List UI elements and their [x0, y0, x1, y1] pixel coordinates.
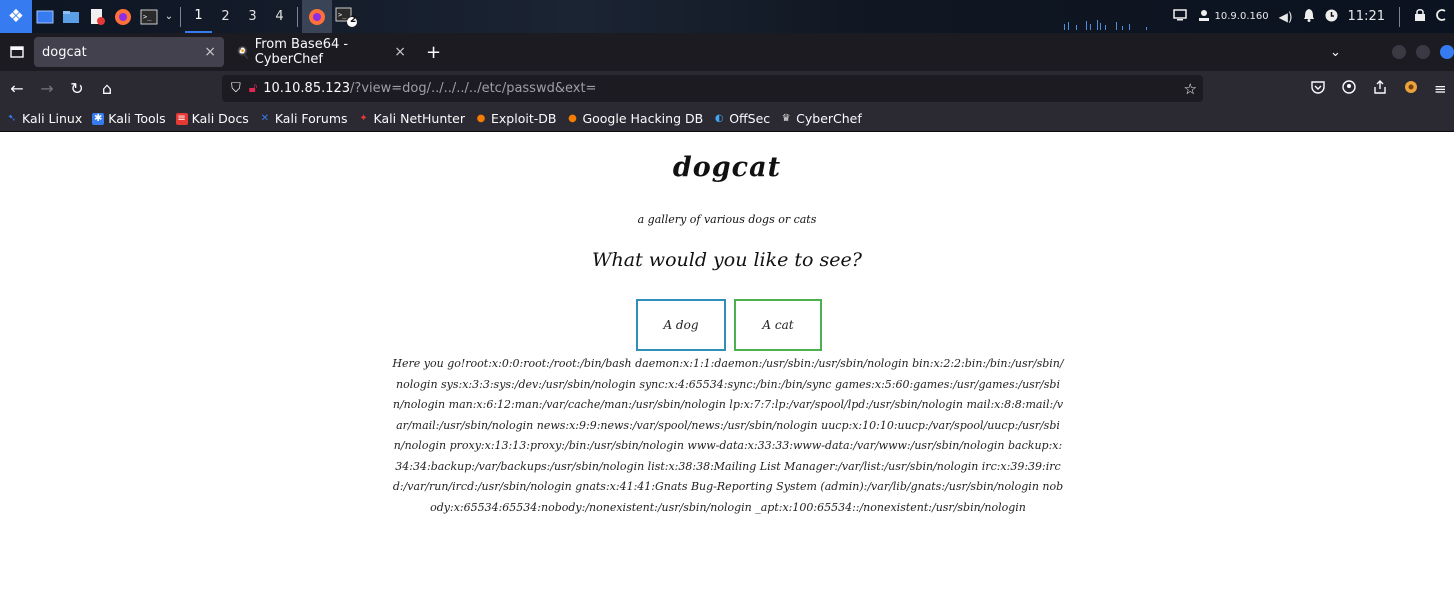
- text-editor-icon[interactable]: [84, 0, 110, 33]
- firefox-window-icon[interactable]: [302, 0, 332, 33]
- web-page: dogcat a gallery of various dogs or cats…: [0, 132, 1454, 603]
- cyberchef-icon: ♛: [781, 112, 791, 124]
- power-status-icon[interactable]: [1325, 9, 1338, 25]
- browser-tab-bar: dogcat × 🍳 From Base64 - CyberChef × + ⌄: [0, 33, 1454, 71]
- bookmark-kali-docs[interactable]: ≡ Kali Docs: [175, 111, 249, 126]
- lock-icon[interactable]: [1414, 8, 1426, 25]
- logout-icon[interactable]: [1436, 8, 1448, 25]
- workspace-4[interactable]: 4: [266, 0, 293, 33]
- kali-icon: ➷: [7, 112, 17, 124]
- files-icon[interactable]: [58, 0, 84, 33]
- exploitdb-icon: ●: [476, 112, 486, 124]
- notification-bell-icon[interactable]: [1303, 8, 1315, 25]
- extension-icon[interactable]: [1404, 80, 1418, 98]
- workspace-1[interactable]: 1: [185, 0, 212, 33]
- kali-tools-icon: ✱: [92, 112, 105, 125]
- firefox-launcher-icon[interactable]: [110, 0, 136, 33]
- maximize-button[interactable]: [1416, 45, 1430, 59]
- page-title: dogcat: [672, 152, 782, 183]
- hamburger-menu-icon[interactable]: ≡: [1434, 80, 1447, 98]
- bookmark-kali-forums[interactable]: ✕ Kali Forums: [259, 111, 348, 126]
- pocket-icon[interactable]: [1311, 80, 1325, 98]
- share-icon[interactable]: [1373, 79, 1387, 98]
- minimize-button[interactable]: [1392, 45, 1406, 59]
- top-panel: ❖ >_ ⌄ 1 2 3 4 >_ 2 10.9.0.160 ◀) 11:21: [0, 0, 1454, 33]
- bookmark-kali-linux[interactable]: ➷ Kali Linux: [6, 111, 82, 126]
- bookmark-cyberchef[interactable]: ♛ CyberChef: [780, 111, 862, 126]
- desktop-icon[interactable]: [32, 0, 58, 33]
- back-arrow-icon[interactable]: ←: [2, 79, 32, 98]
- terminal-launcher-icon[interactable]: >_: [136, 0, 162, 33]
- cyberchef-favicon-icon: 🍳: [236, 45, 250, 59]
- list-all-tabs-chevron-down-icon[interactable]: ⌄: [1330, 45, 1341, 60]
- dog-button[interactable]: A dog: [636, 299, 726, 351]
- file-output-text: Here you go!root:x:0:0:root:/root:/bin/b…: [392, 357, 1064, 514]
- close-tab-icon[interactable]: ×: [394, 44, 406, 60]
- ip-address: 10.9.0.160: [1214, 11, 1269, 22]
- close-window-button[interactable]: [1440, 45, 1454, 59]
- panel-divider: [297, 6, 298, 27]
- workspace-3[interactable]: 3: [239, 0, 266, 33]
- ghdb-icon: ●: [568, 112, 577, 124]
- panel-divider: [180, 6, 181, 27]
- shield-icon[interactable]: ⛉: [231, 81, 241, 96]
- kali-docs-icon: ≡: [175, 112, 188, 125]
- reload-icon[interactable]: ↻: [62, 79, 92, 98]
- display-icon[interactable]: [1172, 9, 1187, 24]
- url-bar[interactable]: ⛉ 🔓︎ 10.10.85.123/?view=dog/../../../../…: [222, 75, 1203, 102]
- tab-cyberchef[interactable]: 🍳 From Base64 - CyberChef ×: [228, 37, 414, 67]
- forward-arrow-icon[interactable]: →: [32, 79, 62, 98]
- window-count-badge: 2: [350, 15, 357, 25]
- tab-overview-icon[interactable]: [0, 46, 34, 58]
- bookmark-exploit-db[interactable]: ● Exploit-DB: [475, 111, 557, 126]
- bookmark-kali-tools[interactable]: ✱ Kali Tools: [92, 111, 166, 126]
- offsec-icon: ◐: [714, 112, 724, 124]
- audio-visualizer: [1064, 20, 1147, 30]
- network-icon[interactable]: [1197, 8, 1211, 25]
- bookmark-offsec[interactable]: ◐ OffSec: [713, 111, 770, 126]
- nethunter-icon: ✦: [359, 112, 368, 124]
- tab-dogcat[interactable]: dogcat ×: [34, 37, 224, 67]
- volume-icon[interactable]: ◀): [1279, 10, 1293, 24]
- new-tab-button[interactable]: +: [426, 42, 441, 63]
- panel-tray: 10.9.0.160 ◀) 11:21: [1172, 0, 1454, 33]
- bookmark-kali-nethunter[interactable]: ✦ Kali NetHunter: [358, 111, 465, 126]
- chevron-down-icon[interactable]: ⌄: [162, 0, 176, 33]
- home-icon[interactable]: ⌂: [92, 79, 122, 98]
- panel-divider: [1399, 6, 1400, 27]
- cat-button[interactable]: A cat: [734, 299, 822, 351]
- bookmark-google-hacking-db[interactable]: ● Google Hacking DB: [566, 111, 703, 126]
- window-controls: [1382, 45, 1454, 59]
- close-tab-icon[interactable]: ×: [204, 44, 216, 60]
- page-subtitle: a gallery of various dogs or cats: [637, 213, 817, 226]
- tab-title: From Base64 - CyberChef: [254, 37, 349, 67]
- bookmark-star-icon[interactable]: ☆: [1184, 80, 1197, 98]
- bookmarks-toolbar: ➷ Kali Linux ✱ Kali Tools ≡ Kali Docs ✕ Kali…: [0, 106, 1454, 132]
- account-icon[interactable]: [1342, 79, 1356, 98]
- insecure-lock-icon[interactable]: 🔓︎: [249, 81, 257, 96]
- svg-text:>_: >_: [143, 13, 152, 21]
- workspace-2[interactable]: 2: [212, 0, 239, 33]
- url-text[interactable]: 10.10.85.123/?view=dog/../../../../etc/p…: [263, 81, 596, 96]
- kali-forums-icon: ✕: [260, 112, 270, 124]
- navigation-toolbar: ← → ↻ ⌂ ⛉ 🔓︎ 10.10.85.123/?view=dog/../.…: [0, 71, 1454, 106]
- page-question: What would you like to see?: [592, 249, 862, 271]
- tab-title: dogcat: [42, 44, 87, 60]
- clock[interactable]: 11:21: [1348, 9, 1385, 24]
- svg-text:>_: >_: [338, 11, 347, 19]
- kali-menu-icon[interactable]: ❖: [0, 0, 32, 33]
- terminal-window-icon[interactable]: >_ 2: [332, 0, 360, 33]
